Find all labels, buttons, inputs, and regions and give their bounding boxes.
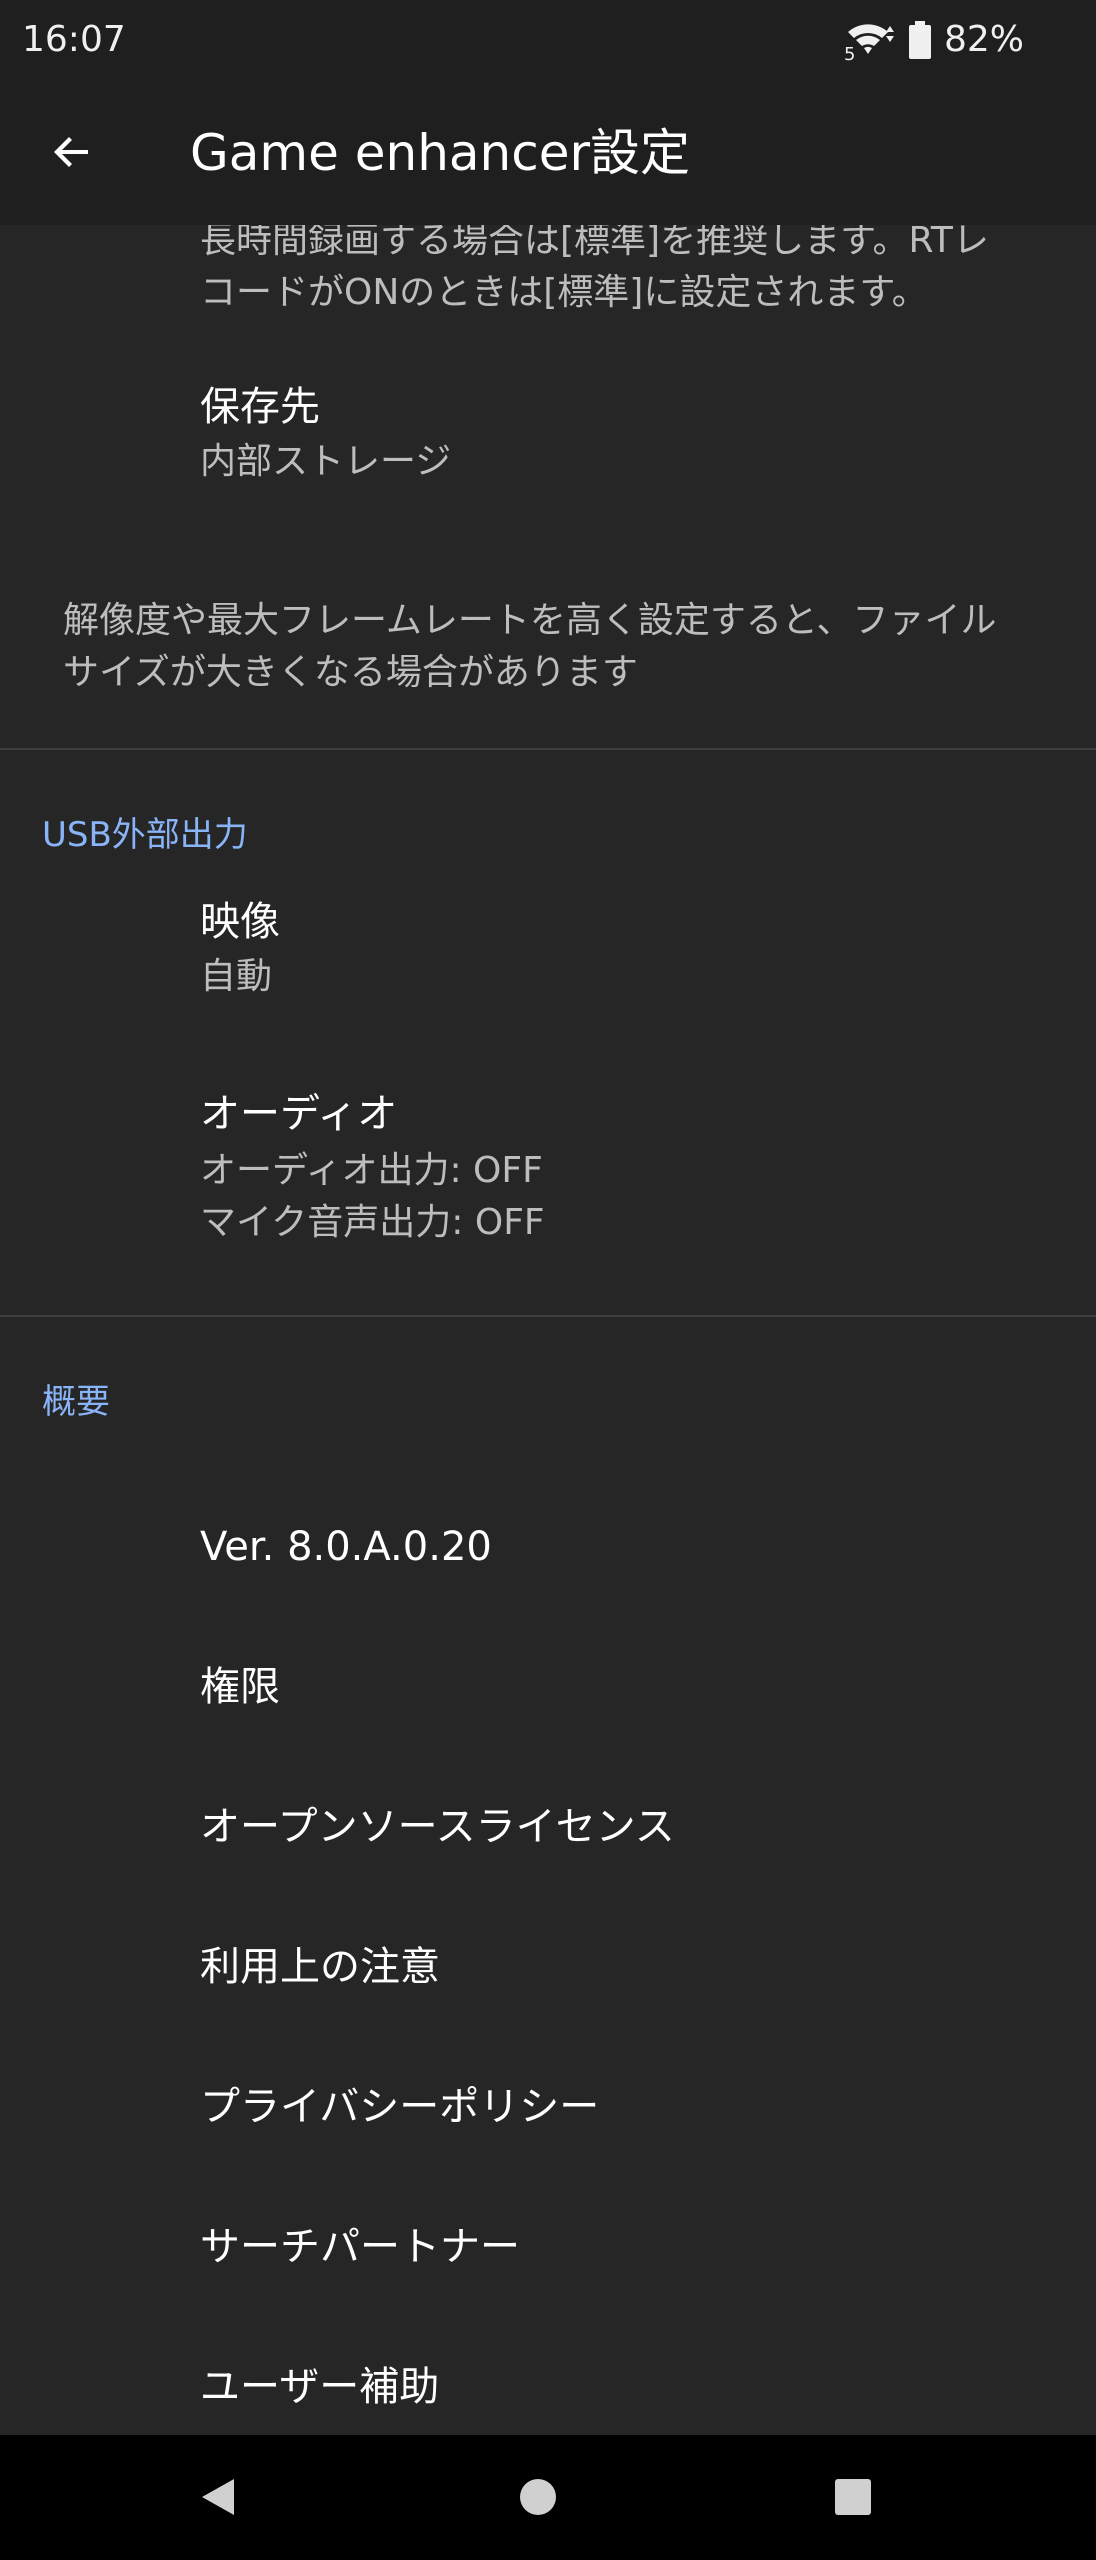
battery-percent: 82% <box>943 19 1024 60</box>
search-partner-item[interactable]: サーチパートナー <box>0 2178 1096 2318</box>
video-output-value: 自動 <box>200 956 273 997</box>
nav-back-icon <box>202 2479 234 2515</box>
audio-output-line2: マイク音声出力: OFF <box>200 1202 545 1243</box>
recording-quality-summary: 長時間録画する場合は[標準]を推奨します。RTレ コードがONのときは[標準]に… <box>200 225 1060 319</box>
arrow-back-icon <box>54 137 88 167</box>
usage-notes-item[interactable]: 利用上の注意 <box>0 1898 1096 2038</box>
status-bar: 16:07 5 82% <box>0 0 1096 80</box>
navigation-bar <box>0 2435 1096 2560</box>
save-location-title: 保存先 <box>200 384 320 430</box>
page-title: Game enhancer設定 <box>190 124 691 182</box>
nav-recents-icon <box>835 2479 871 2515</box>
usage-notes-label: 利用上の注意 <box>200 1944 440 1990</box>
version-label: Ver. 8.0.A.0.20 <box>200 1524 492 1570</box>
open-source-licenses-item[interactable]: オープンソースライセンス <box>0 1758 1096 1898</box>
app-bar: Game enhancer設定 <box>0 80 1096 225</box>
privacy-policy-item[interactable]: プライバシーポリシー <box>0 2038 1096 2178</box>
about-header: 概要 <box>42 1382 110 1422</box>
recording-footer-line2: サイズが大きくなる場合があります <box>63 652 638 693</box>
recording-quality-summary-line1: 長時間録画する場合は[標準]を推奨します。RTレ <box>200 225 989 261</box>
settings-list[interactable]: 長時間録画する場合は[標準]を推奨します。RTレ コードがONのときは[標準]に… <box>0 225 1096 2435</box>
video-output-title: 映像 <box>200 899 280 945</box>
video-output-preference[interactable]: 映像 自動 <box>0 895 1096 1035</box>
accessibility-label: ユーザー補助 <box>200 2364 440 2410</box>
recording-footer-note: 解像度や最大フレームレートを高く設定すると、ファイル サイズが大きくなる場合があ… <box>63 595 1063 699</box>
accessibility-item[interactable]: ユーザー補助 <box>0 2318 1096 2435</box>
version-item[interactable]: Ver. 8.0.A.0.20 <box>0 1478 1096 1618</box>
back-button[interactable] <box>30 110 114 194</box>
save-location-preference[interactable]: 保存先 内部ストレージ <box>0 380 1096 510</box>
section-divider <box>0 748 1096 750</box>
nav-home-button[interactable] <box>498 2457 578 2537</box>
status-time: 16:07 <box>22 19 126 60</box>
nav-recents-button[interactable] <box>813 2457 893 2537</box>
network-type-label: 5 <box>843 44 856 65</box>
recording-footer-line1: 解像度や最大フレームレートを高く設定すると、ファイル <box>63 600 997 641</box>
wifi-icon: 5 <box>844 20 896 64</box>
nav-home-icon <box>520 2479 556 2515</box>
audio-output-title: オーディオ <box>200 1091 398 1137</box>
recording-quality-summary-line2: コードがONのときは[標準]に設定されます。 <box>200 272 928 313</box>
nav-back-button[interactable] <box>178 2457 258 2537</box>
permissions-item[interactable]: 権限 <box>0 1618 1096 1758</box>
section-divider <box>0 1315 1096 1317</box>
audio-output-line1: オーディオ出力: OFF <box>200 1150 543 1191</box>
open-source-licenses-label: オープンソースライセンス <box>200 1804 675 1850</box>
audio-output-preference[interactable]: オーディオ オーディオ出力: OFF マイク音声出力: OFF <box>0 1087 1096 1267</box>
privacy-policy-label: プライバシーポリシー <box>200 2084 600 2130</box>
save-location-value: 内部ストレージ <box>200 441 452 482</box>
permissions-label: 権限 <box>200 1664 280 1710</box>
status-icons: 5 82% <box>844 18 1024 64</box>
battery-icon <box>908 21 932 59</box>
search-partner-label: サーチパートナー <box>200 2224 520 2270</box>
usb-output-header: USB外部出力 <box>42 815 248 855</box>
settings-screen: 16:07 5 82% Game enhancer設定 長時間録画する場合は[標… <box>0 0 1096 2560</box>
